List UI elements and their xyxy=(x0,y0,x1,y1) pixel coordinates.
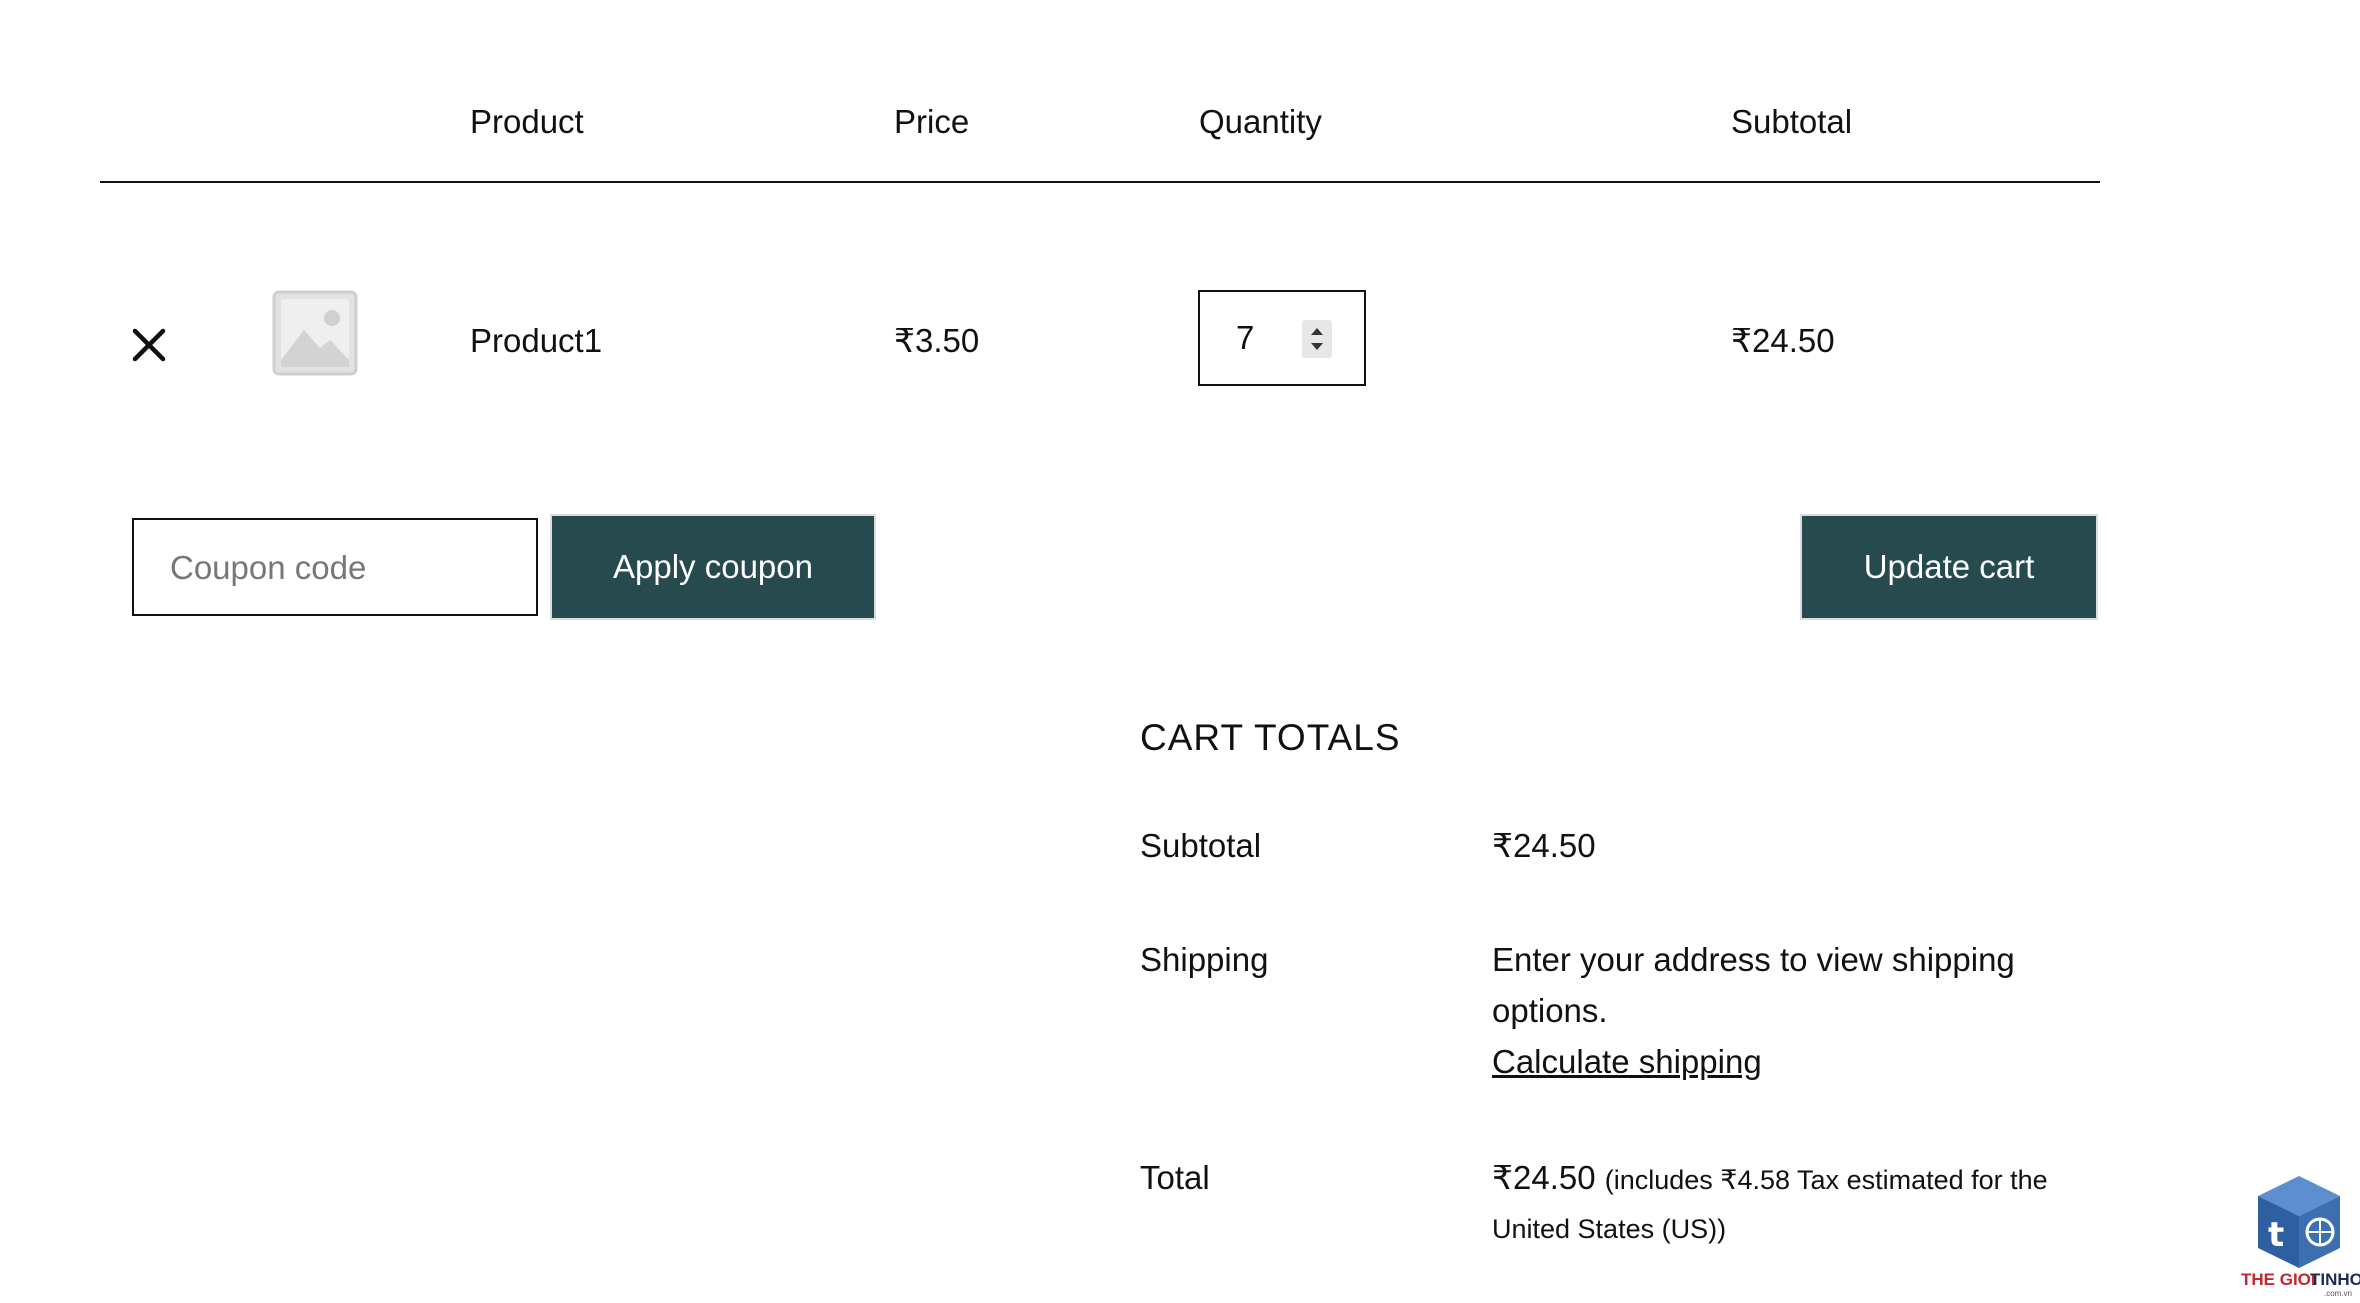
total-value-line: ₹24.50 (includes ₹4.58 Tax estimated for… xyxy=(1492,1152,2048,1206)
header-divider xyxy=(100,181,2100,183)
quantity-value[interactable]: 7 xyxy=(1236,316,1254,360)
product-thumbnail-placeholder[interactable] xyxy=(272,290,358,376)
cart-totals-heading: CART TOTALS xyxy=(1140,717,1401,758)
svg-text:TINHOC: TINHOC xyxy=(2310,1270,2360,1289)
calculate-shipping-link[interactable]: Calculate shipping xyxy=(1492,1036,1762,1087)
total-label: Total xyxy=(1140,1159,1210,1196)
svg-text:.com.vn: .com.vn xyxy=(2324,1289,2352,1298)
product-price: ₹3.50 xyxy=(894,322,980,359)
product-subtotal: ₹24.50 xyxy=(1731,322,1835,359)
update-cart-button[interactable]: Update cart xyxy=(1800,514,2098,620)
svg-text:THE GIOI: THE GIOI xyxy=(2241,1270,2316,1289)
column-header-product: Product xyxy=(470,103,584,140)
tax-note-line2: United States (US)) xyxy=(1492,1214,1727,1244)
quantity-stepper[interactable]: 7 xyxy=(1198,290,1366,386)
tax-note-line1: (includes ₹4.58 Tax estimated for the xyxy=(1604,1165,2048,1195)
coupon-code-input[interactable]: Coupon code xyxy=(132,518,538,616)
apply-coupon-button[interactable]: Apply coupon xyxy=(550,514,876,620)
shipping-message-line2: options. xyxy=(1492,992,1608,1029)
column-header-price: Price xyxy=(894,103,970,140)
total-value: ₹24.50 xyxy=(1492,1159,1596,1196)
cube-logo-icon: t THE GIOI TINHOC .com.vn xyxy=(2241,1176,2360,1298)
shipping-message-line1: Enter your address to view shipping xyxy=(1492,941,2015,978)
brand-logo: t THE GIOI TINHOC .com.vn xyxy=(2238,1170,2360,1298)
image-placeholder-icon xyxy=(272,290,358,376)
column-header-quantity: Quantity xyxy=(1199,103,1322,140)
column-header-subtotal: Subtotal xyxy=(1731,103,1853,140)
subtotal-value: ₹24.50 xyxy=(1492,827,1596,864)
spinner-arrows-icon[interactable] xyxy=(1302,320,1332,358)
product-name-link[interactable]: Product1 xyxy=(470,319,602,363)
coupon-placeholder: Coupon code xyxy=(170,549,367,586)
svg-text:t: t xyxy=(2268,1215,2284,1255)
shipping-label: Shipping xyxy=(1140,941,1269,978)
subtotal-label: Subtotal xyxy=(1140,827,1262,864)
remove-item-button[interactable] xyxy=(128,318,172,370)
close-icon xyxy=(132,328,166,362)
